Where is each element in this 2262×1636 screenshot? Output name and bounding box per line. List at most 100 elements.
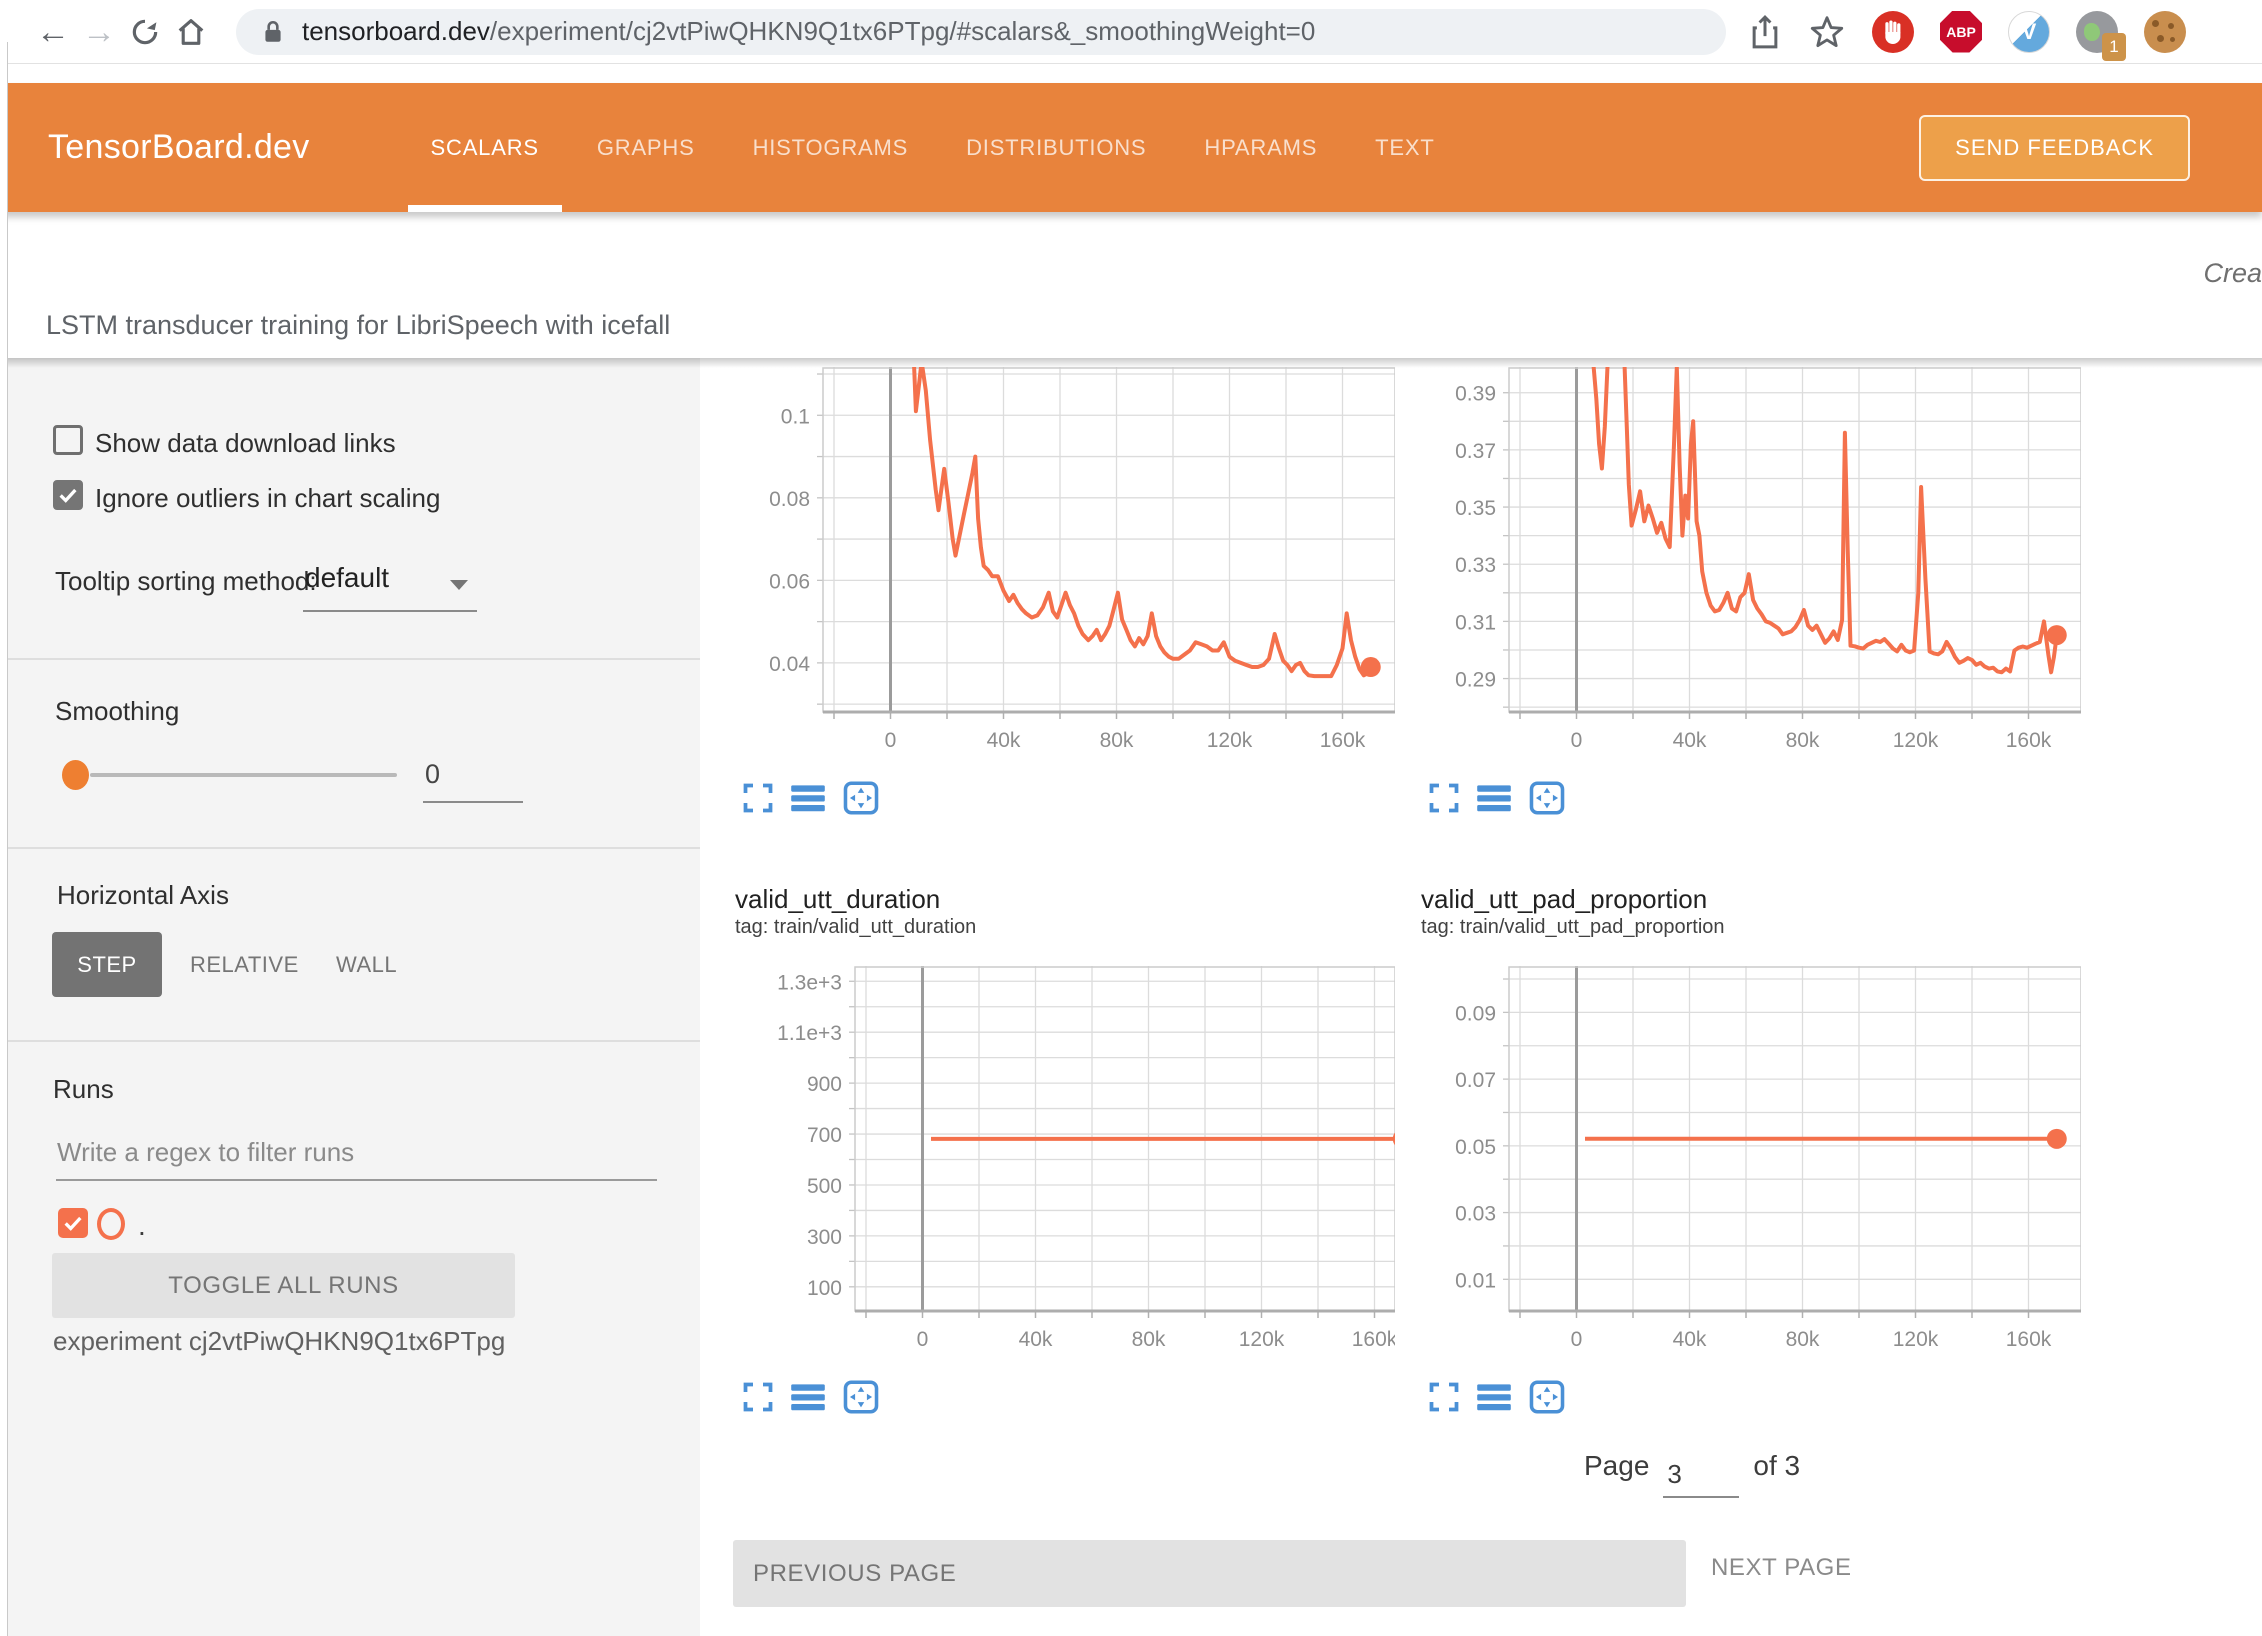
chart-plot[interactable]: 0.040.060.080.1040k80k120k160k xyxy=(735,367,1395,765)
bookmark-star-icon[interactable] xyxy=(1808,13,1846,51)
forward-icon[interactable]: → xyxy=(76,15,122,49)
tab-hparams[interactable]: HPARAMS xyxy=(1175,83,1346,212)
chart-toolbar xyxy=(1429,1378,2081,1416)
extension-badge: 1 xyxy=(2102,33,2126,61)
chart-tag: tag: train/valid_utt_duration xyxy=(735,914,1395,940)
svg-text:100: 100 xyxy=(807,1277,842,1300)
next-page-button[interactable]: NEXT PAGE xyxy=(1711,1554,1852,1582)
settings-sidebar: Show data download links Ignore outliers… xyxy=(0,358,700,1636)
haxis-wall-button[interactable]: WALL xyxy=(336,952,397,978)
dropdown-caret-icon[interactable] xyxy=(450,580,468,590)
tooltip-sort-label: Tooltip sorting method: xyxy=(55,566,317,597)
svg-text:0: 0 xyxy=(885,729,897,752)
section-divider xyxy=(0,847,700,849)
expand-chart-icon[interactable] xyxy=(1429,783,1459,813)
svg-text:120k: 120k xyxy=(1239,1328,1285,1351)
chart-plot[interactable]: 0.290.310.330.350.370.39040k80k120k160k xyxy=(1421,367,2081,765)
svg-text:40k: 40k xyxy=(987,729,1021,752)
extension-blocker-icon[interactable] xyxy=(1872,11,1914,53)
smoothing-slider-thumb[interactable] xyxy=(62,760,89,790)
toggle-all-runs-button[interactable]: TOGGLE ALL RUNS xyxy=(52,1253,515,1318)
pan-zoom-icon[interactable] xyxy=(843,781,879,815)
tab-scalars[interactable]: SCALARS xyxy=(402,83,568,212)
haxis-relative-button[interactable]: RELATIVE xyxy=(190,952,299,978)
tab-histograms[interactable]: HISTOGRAMS xyxy=(724,83,938,212)
svg-text:120k: 120k xyxy=(1893,1328,1939,1351)
extension-v-icon[interactable]: V xyxy=(2008,11,2050,53)
expand-chart-icon[interactable] xyxy=(743,1382,773,1412)
previous-page-button[interactable]: PREVIOUS PAGE xyxy=(733,1540,1686,1607)
svg-text:0: 0 xyxy=(917,1328,929,1351)
back-icon[interactable]: ← xyxy=(30,15,76,49)
charts-panel: tag: train/… 0.040.060.080.1040k80k120k1… xyxy=(700,358,2262,1636)
svg-text:0.35: 0.35 xyxy=(1455,497,1496,520)
page-number-input[interactable] xyxy=(1663,1459,1739,1498)
tab-graphs[interactable]: GRAPHS xyxy=(568,83,724,212)
content-area: Show data download links Ignore outliers… xyxy=(0,358,2262,1636)
browser-toolbar: ← → tensorboard.dev/experiment/cj2vtPiwQ… xyxy=(0,0,2262,64)
pan-zoom-icon[interactable] xyxy=(1529,781,1565,815)
svg-text:0.37: 0.37 xyxy=(1455,440,1496,463)
svg-text:120k: 120k xyxy=(1893,729,1939,752)
svg-text:0.09: 0.09 xyxy=(1455,1002,1496,1025)
smoothing-value-input[interactable] xyxy=(423,758,523,791)
reload-icon[interactable] xyxy=(122,16,168,48)
expand-chart-icon[interactable] xyxy=(1429,1382,1459,1412)
pan-zoom-icon[interactable] xyxy=(1529,1380,1565,1414)
cookie-icon[interactable] xyxy=(2144,11,2186,53)
svg-text:80k: 80k xyxy=(1786,729,1820,752)
svg-text:0.03: 0.03 xyxy=(1455,1203,1496,1226)
svg-text:0.04: 0.04 xyxy=(769,653,810,676)
chart-tag: tag: train/valid_utt_pad_proportion xyxy=(1421,914,2081,940)
svg-text:160k: 160k xyxy=(1320,729,1366,752)
extension-profile-icon[interactable]: 1 xyxy=(2076,11,2118,53)
svg-text:1.3e+3: 1.3e+3 xyxy=(777,971,842,994)
chart-card: tag: train/… 0.040.060.080.1040k80k120k1… xyxy=(735,358,1395,817)
svg-text:0.29: 0.29 xyxy=(1455,669,1496,692)
lock-icon xyxy=(260,19,286,45)
tab-distributions[interactable]: DISTRIBUTIONS xyxy=(937,83,1175,212)
tooltip-sort-dropdown[interactable]: default xyxy=(305,562,389,594)
share-icon[interactable] xyxy=(1748,13,1782,51)
run-checkbox[interactable] xyxy=(58,1208,88,1238)
ignore-outliers-checkbox[interactable] xyxy=(53,480,83,510)
chart-plot[interactable]: 1003005007009001.1e+31.3e+3040k80k120k16… xyxy=(735,966,1395,1364)
smoothing-slider[interactable] xyxy=(90,773,397,777)
page-label: Page xyxy=(1584,1450,1649,1482)
show-download-links-checkbox[interactable] xyxy=(53,425,83,455)
home-icon[interactable] xyxy=(168,15,214,49)
horizontal-axis-label: Horizontal Axis xyxy=(57,880,229,911)
send-feedback-button[interactable]: SEND FEEDBACK xyxy=(1919,115,2190,181)
url-text: tensorboard.dev/experiment/cj2vtPiwQHKN9… xyxy=(302,16,1315,47)
svg-text:900: 900 xyxy=(807,1073,842,1096)
extension-abp-icon[interactable]: ABP xyxy=(1940,11,1982,53)
toggle-yaxis-icon[interactable] xyxy=(791,784,825,812)
main-nav: SCALARS GRAPHS HISTOGRAMS DISTRIBUTIONS … xyxy=(402,83,1464,212)
svg-text:0.06: 0.06 xyxy=(769,570,810,593)
svg-text:0: 0 xyxy=(1571,729,1583,752)
tab-text[interactable]: TEXT xyxy=(1346,83,1463,212)
expand-chart-icon[interactable] xyxy=(743,783,773,813)
pan-zoom-icon[interactable] xyxy=(843,1380,879,1414)
haxis-step-button[interactable]: STEP xyxy=(52,932,162,997)
chart-plot[interactable]: 0.010.030.050.070.09040k80k120k160k xyxy=(1421,966,2081,1364)
svg-text:700: 700 xyxy=(807,1124,842,1147)
page-of-label: of 3 xyxy=(1753,1450,1800,1482)
chart-toolbar xyxy=(743,779,1395,817)
dropdown-underline xyxy=(303,610,477,612)
toggle-yaxis-icon[interactable] xyxy=(1477,784,1511,812)
runs-filter-input[interactable] xyxy=(55,1136,619,1169)
runs-filter-underline xyxy=(56,1179,657,1181)
chart-card: valid_utt_pad_proportion tag: train/vali… xyxy=(1421,884,2081,1416)
svg-text:0.33: 0.33 xyxy=(1455,554,1496,577)
toggle-yaxis-icon[interactable] xyxy=(791,1383,825,1411)
section-divider xyxy=(0,658,700,660)
url-bar[interactable]: tensorboard.dev/experiment/cj2vtPiwQHKN9… xyxy=(236,9,1726,55)
show-download-links-label: Show data download links xyxy=(95,428,396,459)
toggle-yaxis-icon[interactable] xyxy=(1477,1383,1511,1411)
svg-text:500: 500 xyxy=(807,1175,842,1198)
svg-text:0.39: 0.39 xyxy=(1455,383,1496,406)
svg-text:300: 300 xyxy=(807,1226,842,1249)
svg-text:0: 0 xyxy=(1571,1328,1583,1351)
svg-text:1.1e+3: 1.1e+3 xyxy=(777,1022,842,1045)
